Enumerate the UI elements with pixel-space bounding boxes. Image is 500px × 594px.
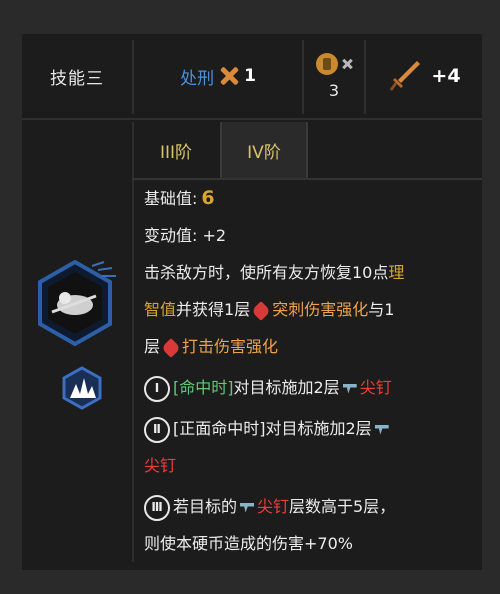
- coin-count: 3: [328, 80, 340, 100]
- sword-icon: [390, 61, 421, 91]
- tab-tier-4[interactable]: IV阶: [220, 122, 308, 178]
- keyword-spike: 尖钉: [257, 497, 290, 516]
- nail-icon: [374, 424, 389, 435]
- effect-text: 层: [144, 337, 161, 356]
- effect-text: 并获得1层: [176, 300, 251, 319]
- skill-title: 技能三: [50, 68, 104, 89]
- coin-icon: [315, 52, 338, 75]
- effect-text: 对目标施加2层: [233, 378, 340, 397]
- nail-icon: [342, 383, 357, 394]
- divider: [132, 122, 134, 562]
- tier-tabs: III阶 IV阶: [132, 122, 308, 178]
- heart-icon: [161, 337, 181, 358]
- keyword-blunt-buff: 打击伤害强化: [182, 337, 279, 356]
- keyword-pierce-buff: 突刺伤害强化: [272, 300, 369, 319]
- base-value: 6: [201, 187, 215, 209]
- multiply-icon: [341, 58, 353, 70]
- spike-icon: [62, 366, 102, 410]
- coin-3-icon: Ⅲ: [144, 494, 170, 521]
- trigger-on-frontal-hit: [正面命中时]: [173, 419, 266, 438]
- variance-value: +2: [202, 226, 227, 245]
- nail-icon: [240, 502, 255, 513]
- skill-panel: 技能三 处刑 1 3 +4 III阶 IV阶 基础值: 6 变动值: +2 击杀…: [22, 34, 482, 570]
- tab-tier-3[interactable]: III阶: [132, 122, 220, 178]
- keyword-sanity: 智值: [144, 300, 177, 319]
- effect-text: 则使本硬币造成的伤害+70%: [144, 534, 353, 553]
- coin-stat: 3: [304, 34, 364, 118]
- keyword-sanity: 理: [388, 263, 405, 282]
- effect-text: 击杀敌方时，使所有友方恢复10点: [144, 263, 389, 282]
- keyword-spike: 尖钉: [359, 378, 392, 397]
- effect-text: 与1: [368, 300, 395, 319]
- skill-portrait-icon: [38, 260, 116, 346]
- skill-description: 基础值: 6 变动值: +2 击杀敌方时，使所有友方恢复10点理 智值并获得1层 突…: [144, 180, 478, 562]
- effect-text: 若目标的: [173, 497, 238, 516]
- trigger-on-hit: [命中时]: [173, 378, 234, 397]
- skill-header: 技能三 处刑 1 3 +4: [22, 34, 482, 120]
- effect-text: 层数高于5层，: [289, 497, 396, 516]
- effect-text: 对目标施加2层: [265, 419, 372, 438]
- variance-label: 变动值:: [144, 226, 198, 245]
- power-stat: +4: [366, 34, 482, 118]
- coin-2-icon: Ⅱ: [144, 416, 170, 443]
- execute-label: 处刑: [180, 68, 215, 89]
- execute-stat: 处刑 1: [134, 34, 302, 118]
- coin-1-icon: Ⅰ: [144, 375, 170, 402]
- keyword-spike: 尖钉: [144, 456, 177, 475]
- heart-icon: [251, 300, 272, 321]
- execute-x-icon: [218, 65, 240, 87]
- execute-count: 1: [244, 66, 256, 86]
- power-bonus: +4: [431, 65, 461, 87]
- base-value-label: 基础值:: [144, 189, 198, 208]
